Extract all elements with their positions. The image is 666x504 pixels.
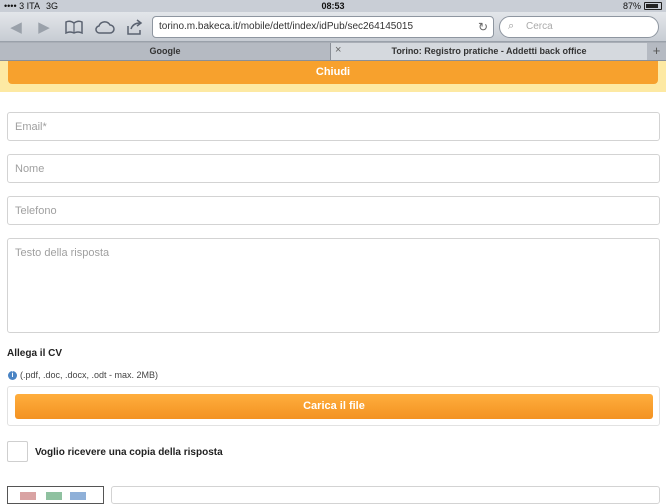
cv-hint-text: (.pdf, .doc, .docx, .odt - max. 2MB) [20, 370, 159, 380]
cv-hint: i (.pdf, .doc, .docx, .odt - max. 2MB) [8, 370, 158, 380]
battery-icon [644, 2, 662, 10]
message-textarea[interactable]: Testo della risposta [7, 238, 660, 333]
email-field[interactable]: Email* [7, 112, 660, 141]
upload-container: Carica il file [7, 386, 660, 426]
reload-icon[interactable]: ↻ [478, 20, 488, 34]
clock: 08:53 [321, 1, 345, 11]
copy-checkbox-label[interactable]: Voglio ricevere una copia della risposta [35, 447, 223, 458]
tab-active[interactable]: × Torino: Registro pratiche - Addetti ba… [330, 43, 647, 60]
phone-field[interactable]: Telefono [7, 196, 660, 225]
message-placeholder: Testo della risposta [15, 247, 110, 259]
battery-percent: 87% [622, 1, 641, 11]
browser-toolbar: ◀ ▶ torino.m.bakeca.it/mobile/dett/index… [0, 12, 666, 42]
carrier-info: •••• 3 ITA 3G [4, 1, 58, 11]
forward-icon[interactable]: ▶ [34, 17, 54, 37]
icloud-tabs-icon[interactable] [95, 17, 115, 37]
info-icon: i [8, 370, 17, 380]
cv-label: Allega il CV [7, 348, 63, 359]
tab-label: Google [149, 46, 181, 56]
carrier-name: 3 ITA [19, 1, 40, 11]
name-placeholder: Nome [15, 163, 45, 175]
tab-google[interactable]: Google [0, 43, 330, 60]
captcha-input[interactable] [111, 486, 660, 504]
back-icon[interactable]: ◀ [6, 17, 26, 37]
name-field[interactable]: Nome [7, 154, 660, 183]
url-text: torino.m.bakeca.it/mobile/dett/index/idP… [159, 21, 414, 32]
address-bar[interactable]: torino.m.bakeca.it/mobile/dett/index/idP… [152, 16, 494, 38]
network-type: 3G [45, 1, 58, 11]
close-tab-icon[interactable]: × [335, 44, 341, 56]
upload-file-button[interactable]: Carica il file [15, 394, 653, 419]
new-tab-icon[interactable]: + [647, 43, 666, 60]
status-bar: 08:53 •••• 3 ITA 3G 87% [0, 0, 666, 12]
tab-bar: Google × Torino: Registro pratiche - Add… [0, 42, 666, 61]
close-button[interactable]: Chiudi [8, 61, 658, 84]
copy-checkbox[interactable] [7, 441, 28, 462]
share-icon[interactable] [125, 17, 145, 37]
tab-label: Torino: Registro pratiche - Addetti back… [391, 46, 587, 56]
captcha-image [7, 486, 104, 504]
battery-info: 87% [623, 1, 662, 11]
email-placeholder: Email* [15, 121, 47, 133]
search-placeholder: Cerca [526, 21, 553, 32]
search-field[interactable]: ⌕ Cerca [499, 16, 659, 38]
signal-icon: •••• [4, 1, 17, 11]
bookmarks-icon[interactable] [64, 17, 84, 37]
search-icon: ⌕ [508, 20, 515, 32]
phone-placeholder: Telefono [15, 205, 57, 217]
